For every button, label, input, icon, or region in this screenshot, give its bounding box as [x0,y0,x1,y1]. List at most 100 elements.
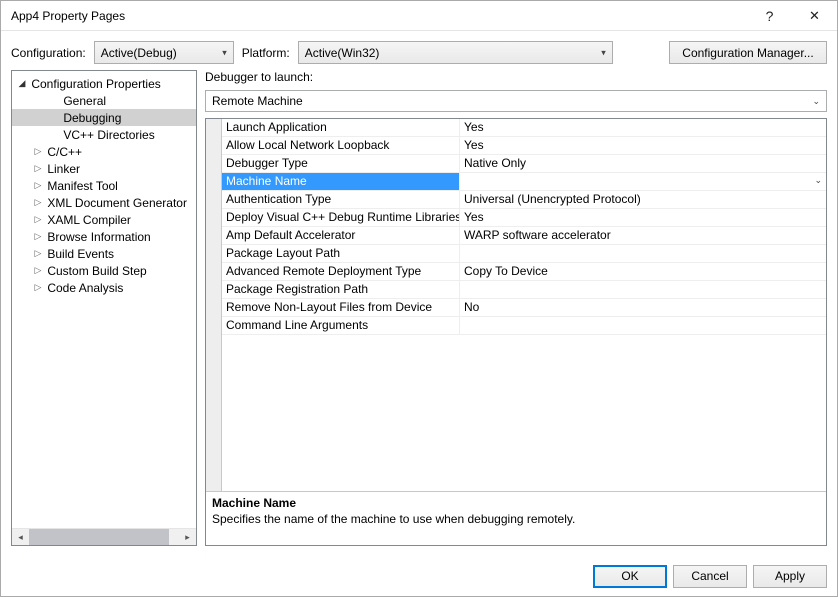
description-text: Specifies the name of the machine to use… [212,512,820,526]
property-row[interactable]: Amp Default AcceleratorWARP software acc… [222,227,826,245]
property-name: Package Registration Path [222,281,460,298]
scroll-left-icon[interactable]: ◂ [12,529,29,546]
platform-combo[interactable]: Active(Win32) ▾ [298,41,613,64]
tree-item-browse-information[interactable]: ▷ Browse Information [12,228,196,245]
tree-item-debugging[interactable]: Debugging [12,109,196,126]
property-name: Amp Default Accelerator [222,227,460,244]
description-title: Machine Name [212,496,820,510]
property-name: Machine Name [222,173,460,190]
tree-item-label: Linker [47,162,80,176]
property-grid: Launch ApplicationYesAllow Local Network… [205,118,827,546]
property-value[interactable]: ⌄ [460,173,826,190]
property-name: Launch Application [222,119,460,136]
property-name: Allow Local Network Loopback [222,137,460,154]
property-row[interactable]: Debugger TypeNative Only [222,155,826,173]
ok-button[interactable]: OK [593,565,667,588]
dialog-footer: OK Cancel Apply [1,556,837,596]
tree-item-c-c-[interactable]: ▷ C/C++ [12,143,196,160]
property-value[interactable] [460,245,826,262]
property-row[interactable]: Authentication TypeUniversal (Unencrypte… [222,191,826,209]
tree-item-label: General [63,94,106,108]
property-row[interactable]: Package Layout Path [222,245,826,263]
scroll-right-icon[interactable]: ▸ [179,529,196,546]
expand-icon: ▷ [32,214,44,225]
property-name: Debugger Type [222,155,460,172]
tree-root[interactable]: ◢ Configuration Properties [12,75,196,92]
tree-item-label: Build Events [47,247,114,261]
platform-value: Active(Win32) [305,46,380,60]
expand-icon: ▷ [32,231,44,242]
titlebar: App4 Property Pages ? ✕ [1,1,837,31]
property-value[interactable] [460,281,826,298]
tree-item-code-analysis[interactable]: ▷ Code Analysis [12,279,196,296]
apply-button[interactable]: Apply [753,565,827,588]
property-row[interactable]: Package Registration Path [222,281,826,299]
property-value[interactable]: Universal (Unencrypted Protocol) [460,191,826,208]
property-row[interactable]: Advanced Remote Deployment TypeCopy To D… [222,263,826,281]
chevron-down-icon: ▾ [222,47,227,58]
tree-item-build-events[interactable]: ▷ Build Events [12,245,196,262]
expand-icon: ▷ [32,282,44,293]
debugger-to-launch-combo[interactable]: Remote Machine ⌄ [205,90,827,112]
property-value[interactable]: Yes [460,137,826,154]
chevron-down-icon: ⌄ [812,96,820,107]
tree-item-vc-directories[interactable]: VC++ Directories [12,126,196,143]
expand-icon: ▷ [32,248,44,259]
chevron-down-icon: ▾ [601,47,606,58]
help-button[interactable]: ? [747,1,792,31]
config-toolbar: Configuration: Active(Debug) ▾ Platform:… [1,31,837,70]
expand-icon: ▷ [32,197,44,208]
property-row[interactable]: Remove Non-Layout Files from DeviceNo [222,299,826,317]
configuration-manager-button[interactable]: Configuration Manager... [669,41,827,64]
tree-item-label: XML Document Generator [47,196,187,210]
tree-item-label: Manifest Tool [47,179,117,193]
property-row[interactable]: Deploy Visual C++ Debug Runtime Librarie… [222,209,826,227]
debugger-value: Remote Machine [212,94,303,108]
tree-item-xaml-compiler[interactable]: ▷ XAML Compiler [12,211,196,228]
expand-icon: ▷ [32,163,44,174]
property-value[interactable]: Native Only [460,155,826,172]
property-name: Command Line Arguments [222,317,460,334]
property-value[interactable]: Yes [460,119,826,136]
tree-item-custom-build-step[interactable]: ▷ Custom Build Step [12,262,196,279]
chevron-down-icon[interactable]: ⌄ [814,175,822,186]
debugger-to-launch-label: Debugger to launch: [205,70,827,84]
property-value[interactable]: Yes [460,209,826,226]
platform-label: Platform: [242,46,290,60]
property-value[interactable]: Copy To Device [460,263,826,280]
tree-item-general[interactable]: General [12,92,196,109]
property-name: Advanced Remote Deployment Type [222,263,460,280]
expand-icon: ▷ [32,146,44,157]
tree-item-label: Debugging [63,111,121,125]
close-button[interactable]: ✕ [792,1,837,31]
tree-item-manifest-tool[interactable]: ▷ Manifest Tool [12,177,196,194]
property-value[interactable]: WARP software accelerator [460,227,826,244]
property-row[interactable]: Allow Local Network LoopbackYes [222,137,826,155]
configuration-value: Active(Debug) [101,46,177,60]
tree-item-label: Browse Information [47,230,150,244]
scroll-thumb[interactable] [29,529,169,546]
expand-icon: ▷ [32,180,44,191]
window-title: App4 Property Pages [11,9,747,23]
property-description: Machine Name Specifies the name of the m… [206,491,826,545]
tree-item-label: VC++ Directories [63,128,154,142]
tree-item-xml-document-generator[interactable]: ▷ XML Document Generator [12,194,196,211]
property-row[interactable]: Command Line Arguments [222,317,826,335]
tree-item-linker[interactable]: ▷ Linker [12,160,196,177]
expand-icon: ▷ [32,265,44,276]
property-row[interactable]: Launch ApplicationYes [222,119,826,137]
tree-item-label: Custom Build Step [47,264,146,278]
collapse-icon: ◢ [16,78,28,89]
category-tree: ◢ Configuration Properties General Debug… [11,70,197,546]
configuration-combo[interactable]: Active(Debug) ▾ [94,41,234,64]
property-row[interactable]: Machine Name ⌄ [222,173,826,191]
property-name: Remove Non-Layout Files from Device [222,299,460,316]
tree-horizontal-scrollbar[interactable]: ◂ ▸ [12,528,196,545]
scroll-track[interactable] [29,529,179,546]
property-pages-dialog: App4 Property Pages ? ✕ Configuration: A… [0,0,838,597]
property-name: Authentication Type [222,191,460,208]
property-value[interactable] [460,317,826,334]
tree-item-label: XAML Compiler [47,213,131,227]
cancel-button[interactable]: Cancel [673,565,747,588]
property-value[interactable]: No [460,299,826,316]
